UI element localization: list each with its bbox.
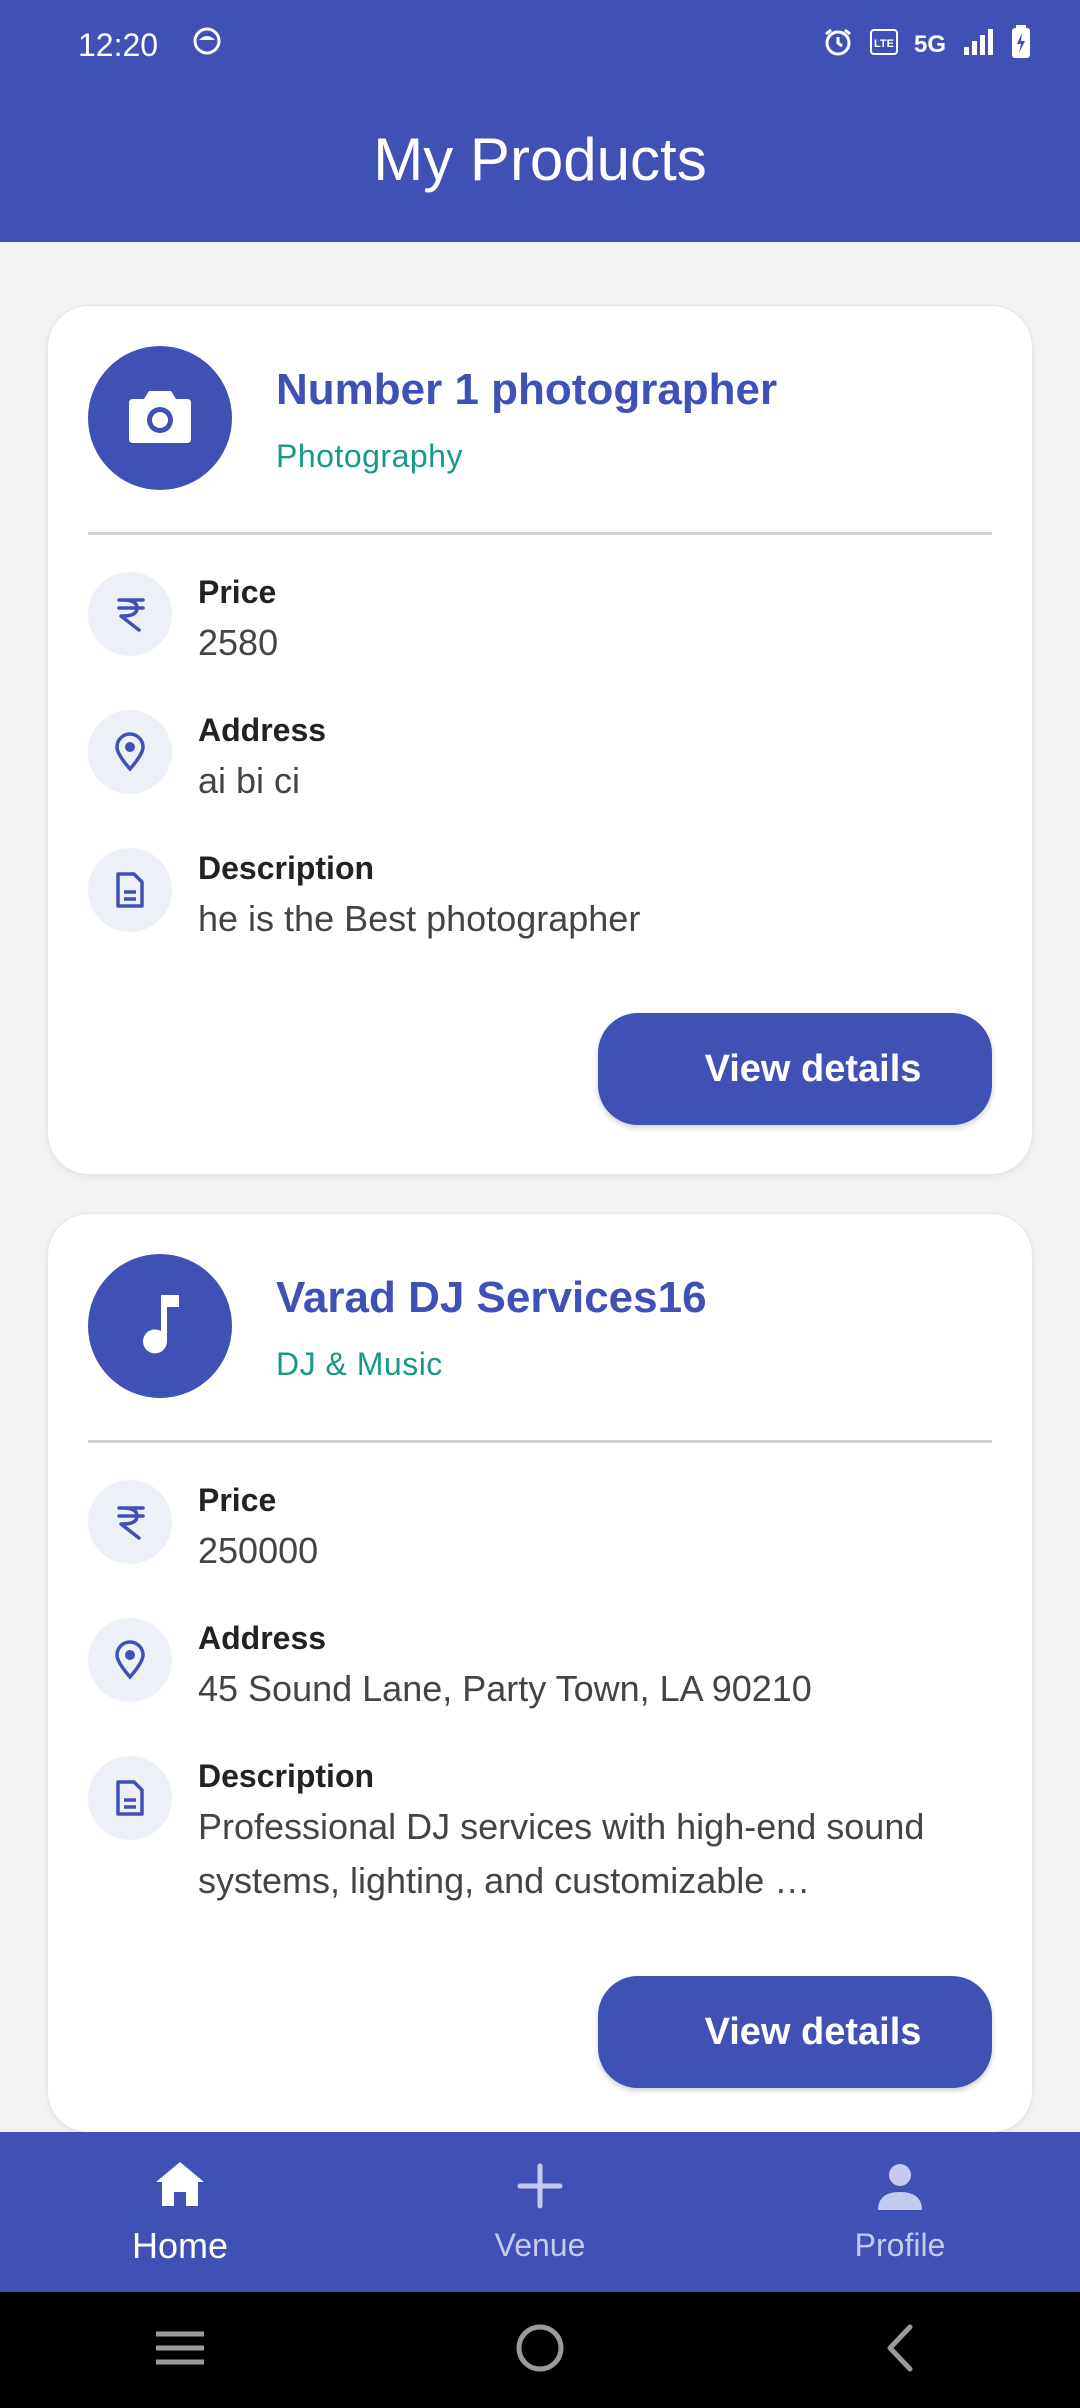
home-icon (152, 2158, 208, 2215)
card-header: Varad DJ Services16 DJ & Music (88, 1254, 707, 1398)
description-value: Professional DJ services with high-end s… (198, 1806, 925, 1901)
product-category: Photography (276, 437, 463, 474)
circle-home-icon (515, 2323, 565, 2378)
description-label: Description (198, 850, 375, 886)
location-pin-icon (88, 710, 172, 794)
product-name: Number 1 photographer (276, 364, 778, 414)
bottom-navigation: Home Venue Profile (0, 2132, 1080, 2292)
address-label: Address (198, 1620, 327, 1656)
location-pin-icon (88, 1618, 172, 1702)
address-value: ai bi ci (198, 760, 301, 801)
chevron-left-icon (882, 2323, 918, 2378)
card-header: Number 1 photographer Photography (88, 346, 777, 490)
system-navigation-bar (0, 2292, 1080, 2408)
category-avatar (88, 1254, 232, 1398)
alarm-icon (822, 26, 854, 65)
price-value: 2580 (198, 622, 279, 663)
address-row: Address ai bi ci (88, 710, 992, 808)
view-details-button[interactable]: View details (598, 1976, 992, 2088)
description-value: he is the Best photographer (198, 898, 641, 939)
description-row: Description Professional DJ services wit… (88, 1756, 992, 1908)
plus-icon (514, 2160, 566, 2217)
product-name: Varad DJ Services16 (276, 1272, 707, 1322)
status-time: 12:20 (78, 26, 159, 63)
address-label: Address (198, 712, 327, 748)
back-button[interactable] (840, 2310, 960, 2390)
nav-label-venue: Venue (494, 2227, 586, 2263)
network-type: 5G (913, 31, 946, 58)
nav-item-venue[interactable]: Venue (390, 2160, 690, 2264)
divider (88, 532, 992, 535)
home-system-button[interactable] (480, 2310, 600, 2390)
battery-charging-icon (1010, 24, 1032, 67)
camera-icon (127, 387, 193, 450)
signal-icon (960, 27, 996, 64)
price-value: 250000 (198, 1530, 319, 1571)
recent-apps-button[interactable] (120, 2310, 240, 2390)
nav-item-profile[interactable]: Profile (750, 2160, 1050, 2264)
address-row: Address 45 Sound Lane, Party Town, LA 90… (88, 1618, 992, 1716)
price-label: Price (198, 574, 277, 610)
category-avatar (88, 346, 232, 490)
svg-text:LTE: LTE (874, 38, 894, 50)
nav-label-home: Home (131, 2224, 229, 2266)
document-icon (88, 1756, 172, 1840)
menu-lines-icon (154, 2328, 206, 2373)
person-icon (874, 2160, 926, 2217)
description-label: Description (198, 1758, 375, 1794)
price-row: Price 2580 (88, 572, 992, 670)
nav-label-profile: Profile (854, 2227, 946, 2263)
page-title: My Products (373, 126, 707, 193)
product-card: Number 1 photographer Photography Price … (47, 305, 1033, 1175)
address-value: 45 Sound Lane, Party Town, LA 90210 (198, 1668, 812, 1709)
nav-item-home[interactable]: Home (30, 2158, 330, 2267)
status-bar: 12:20 LTE 5G (0, 0, 1080, 90)
music-note-icon (135, 1291, 185, 1362)
rupee-icon (88, 572, 172, 656)
price-label: Price (198, 1482, 277, 1518)
divider (88, 1440, 992, 1443)
document-icon (88, 848, 172, 932)
description-row: Description he is the Best photographer (88, 848, 992, 946)
view-details-button[interactable]: View details (598, 1013, 992, 1125)
volte-icon: LTE (868, 26, 900, 65)
product-card: Varad DJ Services16 DJ & Music Price 250… (47, 1213, 1033, 2133)
product-category: DJ & Music (276, 1345, 443, 1382)
price-row: Price 250000 (88, 1480, 992, 1578)
rupee-icon (88, 1480, 172, 1564)
app-header: 12:20 LTE 5G My Products (0, 0, 1080, 242)
notification-icon (192, 26, 222, 64)
